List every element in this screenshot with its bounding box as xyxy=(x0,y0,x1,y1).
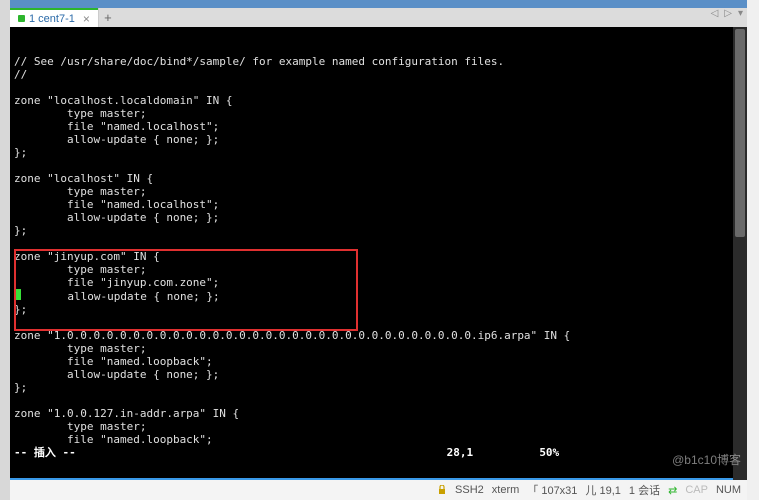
code-line: type master; xyxy=(14,185,747,198)
session-tab[interactable]: 1 cent7-1 × xyxy=(10,8,98,27)
right-strip xyxy=(747,0,759,500)
nav-next-icon[interactable]: ▷ xyxy=(724,8,732,19)
status-conn-icon: ⇄ xyxy=(668,484,677,497)
code-line: file "named.localhost"; xyxy=(14,120,747,133)
code-line: }; xyxy=(14,146,747,159)
status-dot-icon xyxy=(18,15,25,22)
close-icon[interactable]: × xyxy=(83,12,90,26)
code-line: type master; xyxy=(14,263,747,276)
tab-label: 1 cent7-1 xyxy=(29,13,75,25)
status-term: xterm xyxy=(492,484,520,496)
code-line xyxy=(14,237,747,250)
code-line: type master; xyxy=(14,107,747,120)
status-num: NUM xyxy=(716,484,741,496)
code-line: zone "localhost" IN { xyxy=(14,172,747,185)
tab-bar: 1 cent7-1 × + ◁ ▷ ▾ xyxy=(10,8,747,27)
code-line: file "named.loopback"; xyxy=(14,433,747,446)
code-line: zone "1.0.0.0.0.0.0.0.0.0.0.0.0.0.0.0.0.… xyxy=(14,329,747,342)
status-ssh: SSH2 xyxy=(455,484,484,496)
code-line xyxy=(14,81,747,94)
code-line: zone "1.0.0.127.in-addr.arpa" IN { xyxy=(14,407,747,420)
code-line: }; xyxy=(14,224,747,237)
code-line: file "named.localhost"; xyxy=(14,198,747,211)
nav-menu-icon[interactable]: ▾ xyxy=(738,8,743,19)
code-line: // See /usr/share/doc/bind*/sample/ for … xyxy=(14,55,747,68)
scrollbar[interactable] xyxy=(733,27,747,480)
status-size: 「 107x31 xyxy=(527,482,577,498)
nav-prev-icon[interactable]: ◁ xyxy=(711,8,719,19)
code-line: type master; xyxy=(14,420,747,433)
code-line: allow-update { none; }; xyxy=(14,368,747,381)
cursor xyxy=(14,289,21,300)
code-line xyxy=(14,316,747,329)
window-titlebar xyxy=(10,0,747,8)
code-line: // xyxy=(14,68,747,81)
code-line: zone "localhost.localdomain" IN { xyxy=(14,94,747,107)
vim-status-line: -- 插入 -- 28,1 50% xyxy=(14,446,747,459)
status-bar: SSH2 xterm 「 107x31 儿 19,1 1 会话 ⇄ CAP NU… xyxy=(10,480,747,500)
status-cap: CAP xyxy=(685,484,708,496)
tab-nav: ◁ ▷ ▾ xyxy=(711,8,743,19)
code-line: type master; xyxy=(14,342,747,355)
status-sessions: 1 会话 xyxy=(629,482,660,498)
lock-icon xyxy=(437,485,447,495)
status-rc: 儿 19,1 xyxy=(585,482,620,498)
add-tab-button[interactable]: + xyxy=(98,8,117,27)
watermark: @b1c10博客 xyxy=(672,451,741,468)
code-line: zone "jinyup.com" IN { xyxy=(14,250,747,263)
code-line: file "jinyup.com.zone"; xyxy=(14,276,747,289)
scrollbar-thumb[interactable] xyxy=(735,29,745,237)
terminal-viewport[interactable]: // See /usr/share/doc/bind*/sample/ for … xyxy=(10,27,747,480)
code-line xyxy=(14,394,747,407)
code-line: }; xyxy=(14,303,747,316)
code-line: file "named.loopback"; xyxy=(14,355,747,368)
code-line: allow-update { none; }; xyxy=(14,133,747,146)
code-line: allow-update { none; }; xyxy=(14,211,747,224)
code-line: allow-update { none; }; xyxy=(14,289,747,303)
code-line xyxy=(14,159,747,172)
left-panel xyxy=(0,0,10,500)
code-line: }; xyxy=(14,381,747,394)
